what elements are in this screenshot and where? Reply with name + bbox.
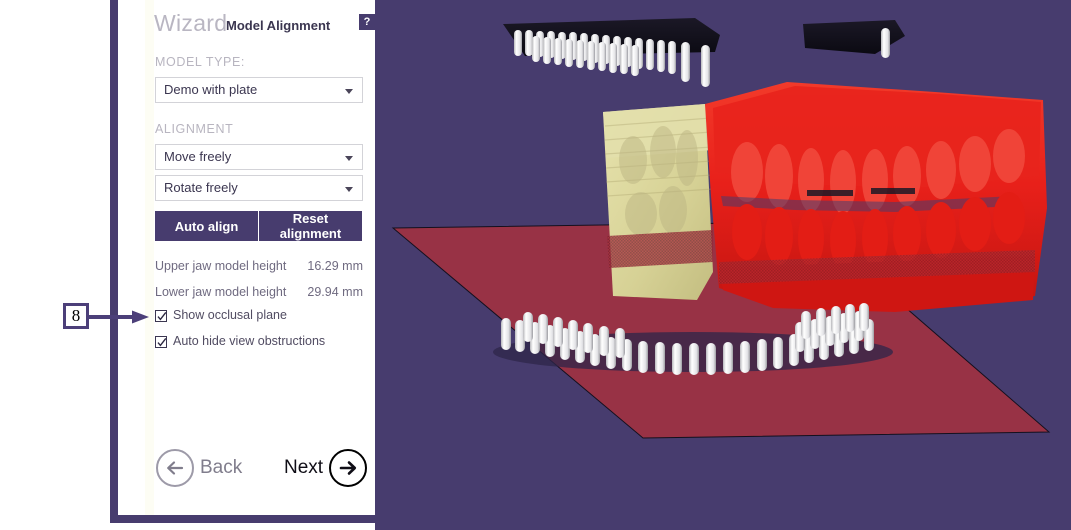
wizard-panel: Wizard Model Alignment ? MODEL TYPE: Dem… [118,0,375,515]
arrow-left-icon [156,449,194,487]
chevron-down-icon [345,89,353,94]
help-button[interactable]: ? [359,14,375,30]
model-type-select[interactable]: Demo with plate [155,77,363,103]
move-mode-value: Move freely [164,149,232,164]
app-root: Wizard Model Alignment ? MODEL TYPE: Dem… [0,0,1071,530]
annotation-arrow-icon [88,310,150,324]
dental-model-render [375,0,1071,530]
checkbox-checked-icon[interactable] [155,336,167,348]
upper-jaw-height-value: 16.29 mm [307,259,363,273]
rotate-mode-select[interactable]: Rotate freely [155,175,363,201]
model-type-label: MODEL TYPE: [155,55,245,69]
upper-jaw-height-label: Upper jaw model height [155,259,287,273]
move-mode-select[interactable]: Move freely [155,144,363,170]
back-button-label: Back [200,457,243,478]
lower-jaw-height-value: 29.94 mm [307,285,363,299]
next-button[interactable]: Next [284,448,368,488]
viewport-3d[interactable] [375,0,1071,530]
next-button-label: Next [284,457,324,478]
annotation-callout-number: 8 [63,303,89,329]
wizard-step-title: Model Alignment [226,18,331,33]
lower-jaw-height-label: Lower jaw model height [155,285,287,299]
chevron-down-icon [345,156,353,161]
show-occlusal-plane-label: Show occlusal plane [173,308,287,322]
arrow-right-icon [329,449,368,487]
auto-align-button[interactable]: Auto align [155,211,258,241]
back-button[interactable]: Back [156,448,242,488]
alignment-label: ALIGNMENT [155,122,234,136]
alignment-buttons: Auto align Reset alignment [155,211,363,241]
auto-hide-obstructions-label: Auto hide view obstructions [173,334,326,348]
wizard-panel-frame: Wizard Model Alignment ? MODEL TYPE: Dem… [110,0,375,523]
chevron-down-icon [345,187,353,192]
rotate-mode-value: Rotate freely [164,180,238,195]
model-type-value: Demo with plate [164,82,258,97]
page-title: Wizard [154,10,228,36]
checkbox-checked-icon[interactable] [155,310,167,322]
wizard-header: Wizard Model Alignment ? [154,10,375,42]
reset-alignment-button[interactable]: Reset alignment [258,211,362,241]
